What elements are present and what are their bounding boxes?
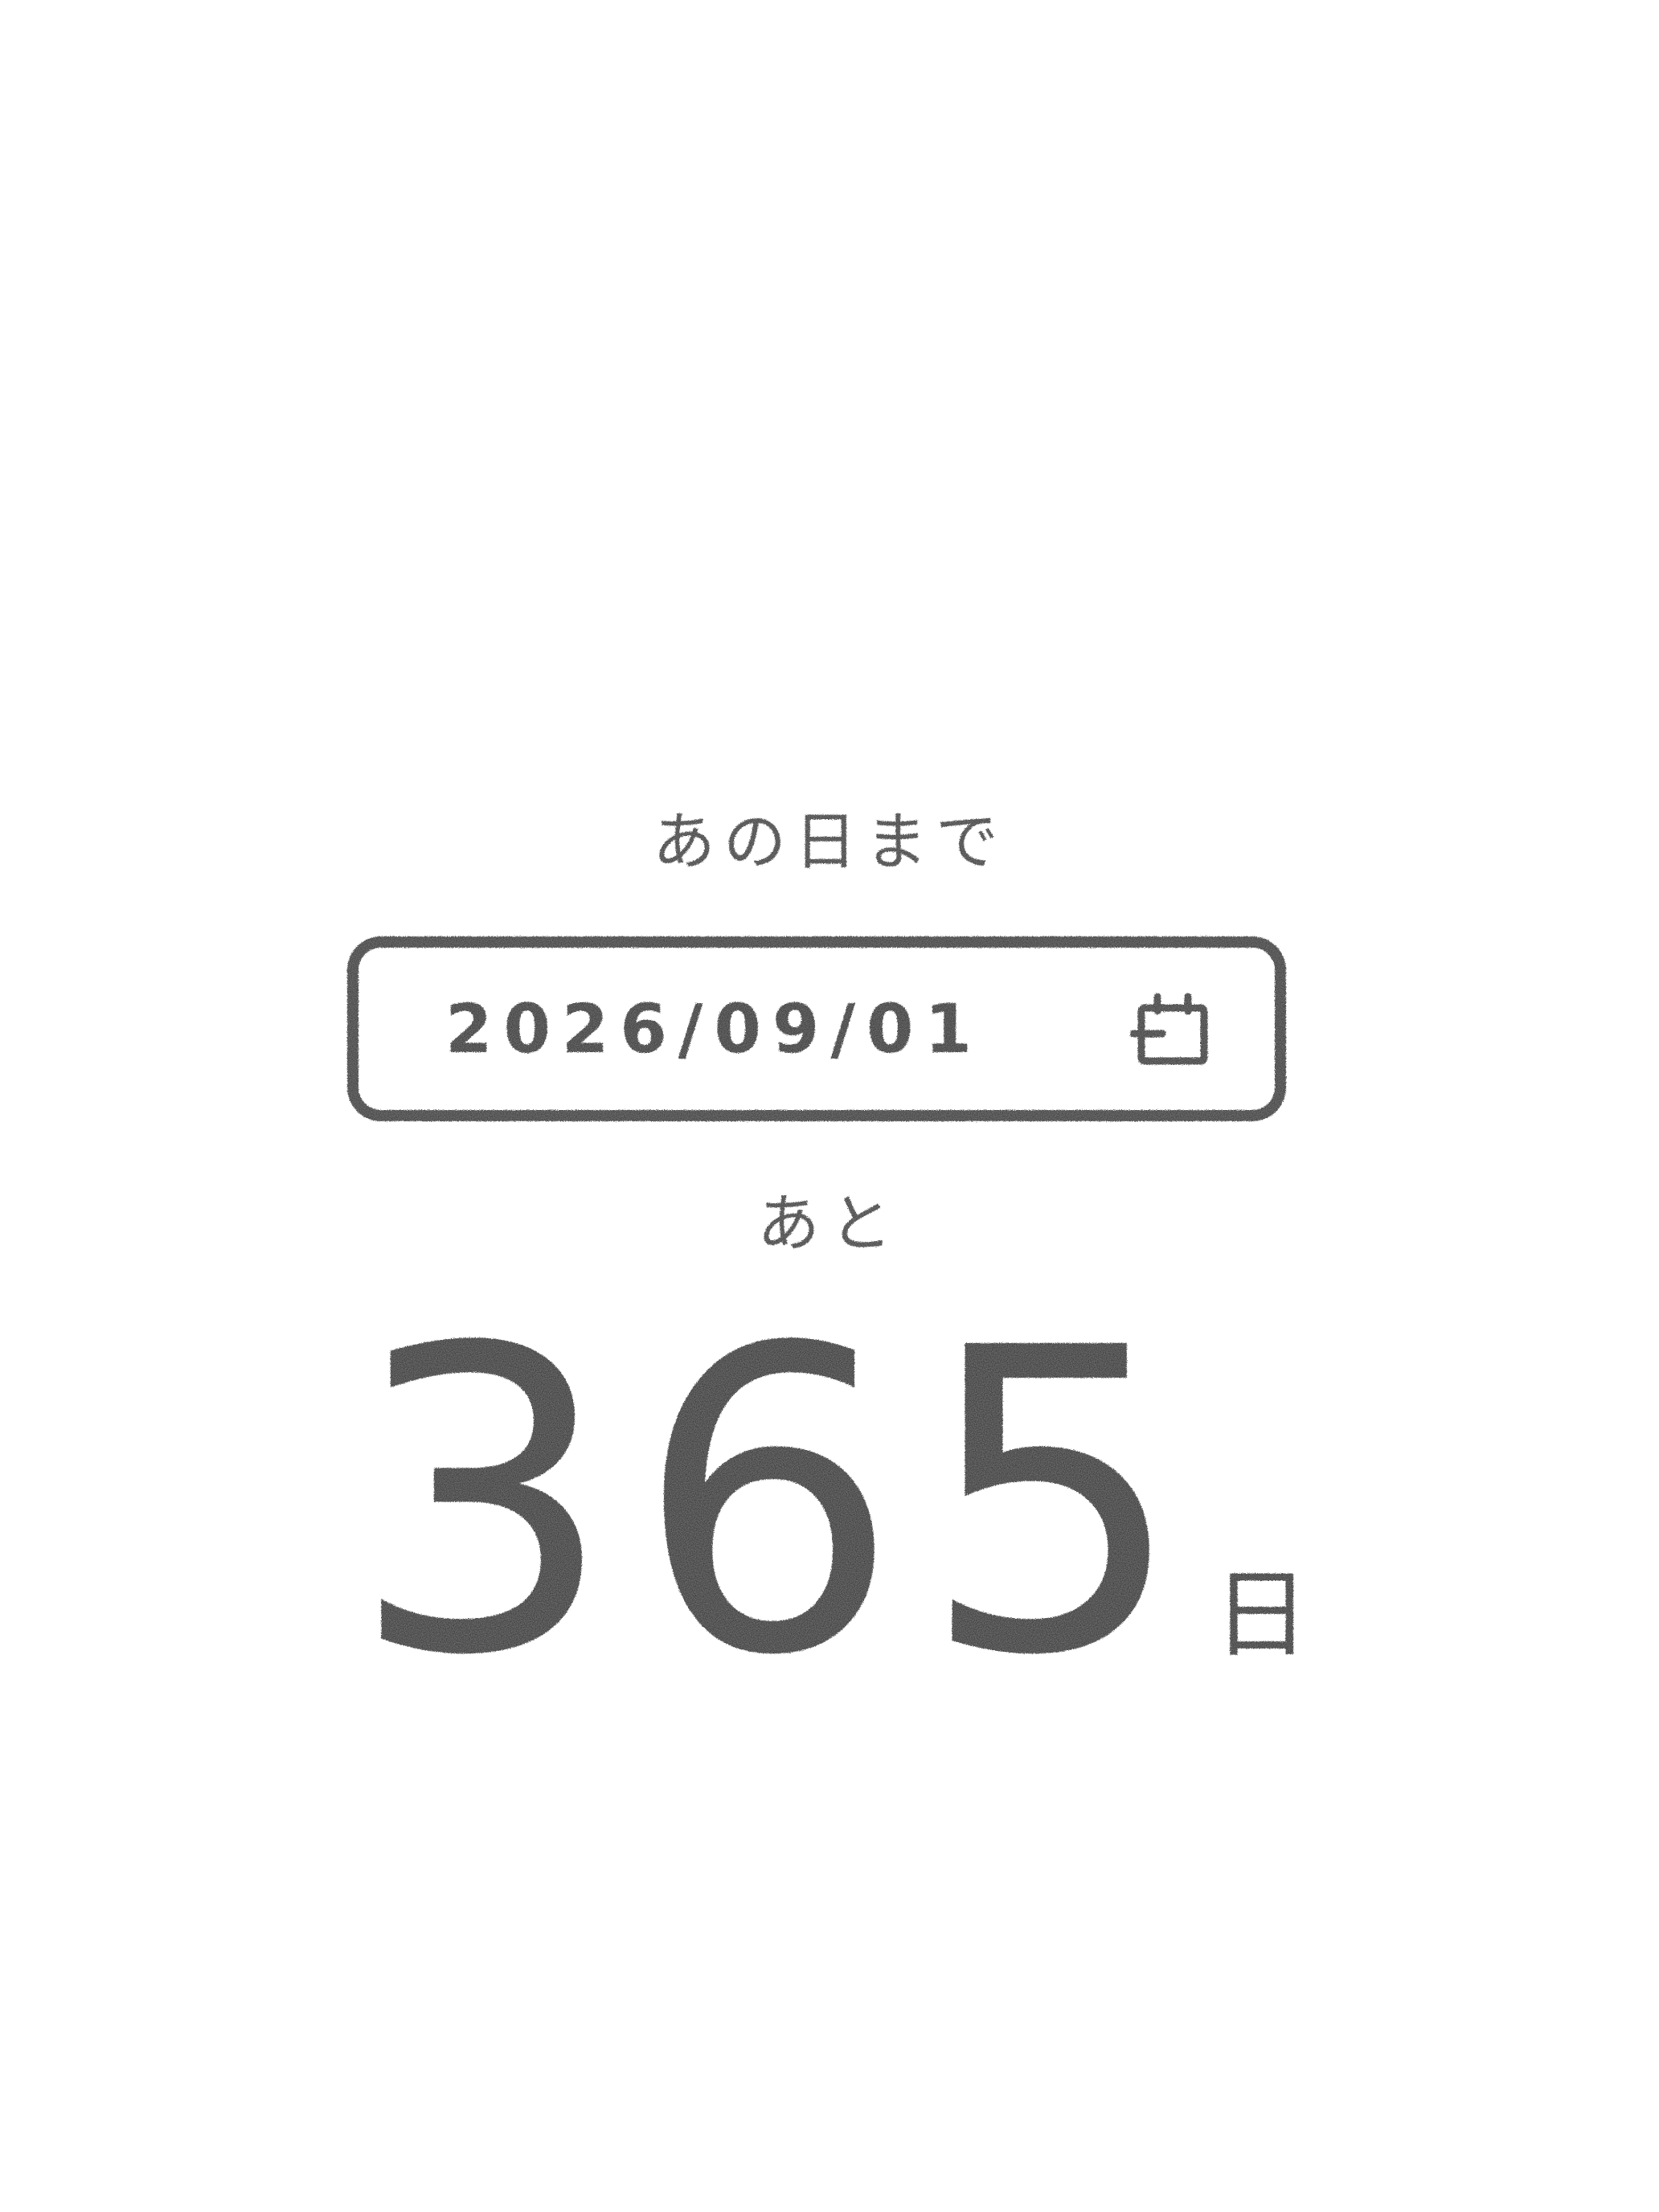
countdown-screen: あの日まで 2026/09/01 あと 365日 — [0, 0, 1659, 2212]
days-remaining: 365 — [349, 1260, 1206, 1747]
target-date-value: 2026/09/01 — [445, 989, 983, 1068]
countdown-display: 365日 — [0, 1294, 1659, 1712]
remaining-label: あと — [756, 1188, 902, 1260]
page-title: あの日まで — [652, 806, 1006, 879]
calendar-icon — [1130, 993, 1208, 1065]
target-date-input[interactable]: 2026/09/01 — [347, 936, 1286, 1121]
days-unit: 日 — [1213, 1559, 1310, 1671]
calendar-button[interactable] — [1127, 984, 1217, 1074]
